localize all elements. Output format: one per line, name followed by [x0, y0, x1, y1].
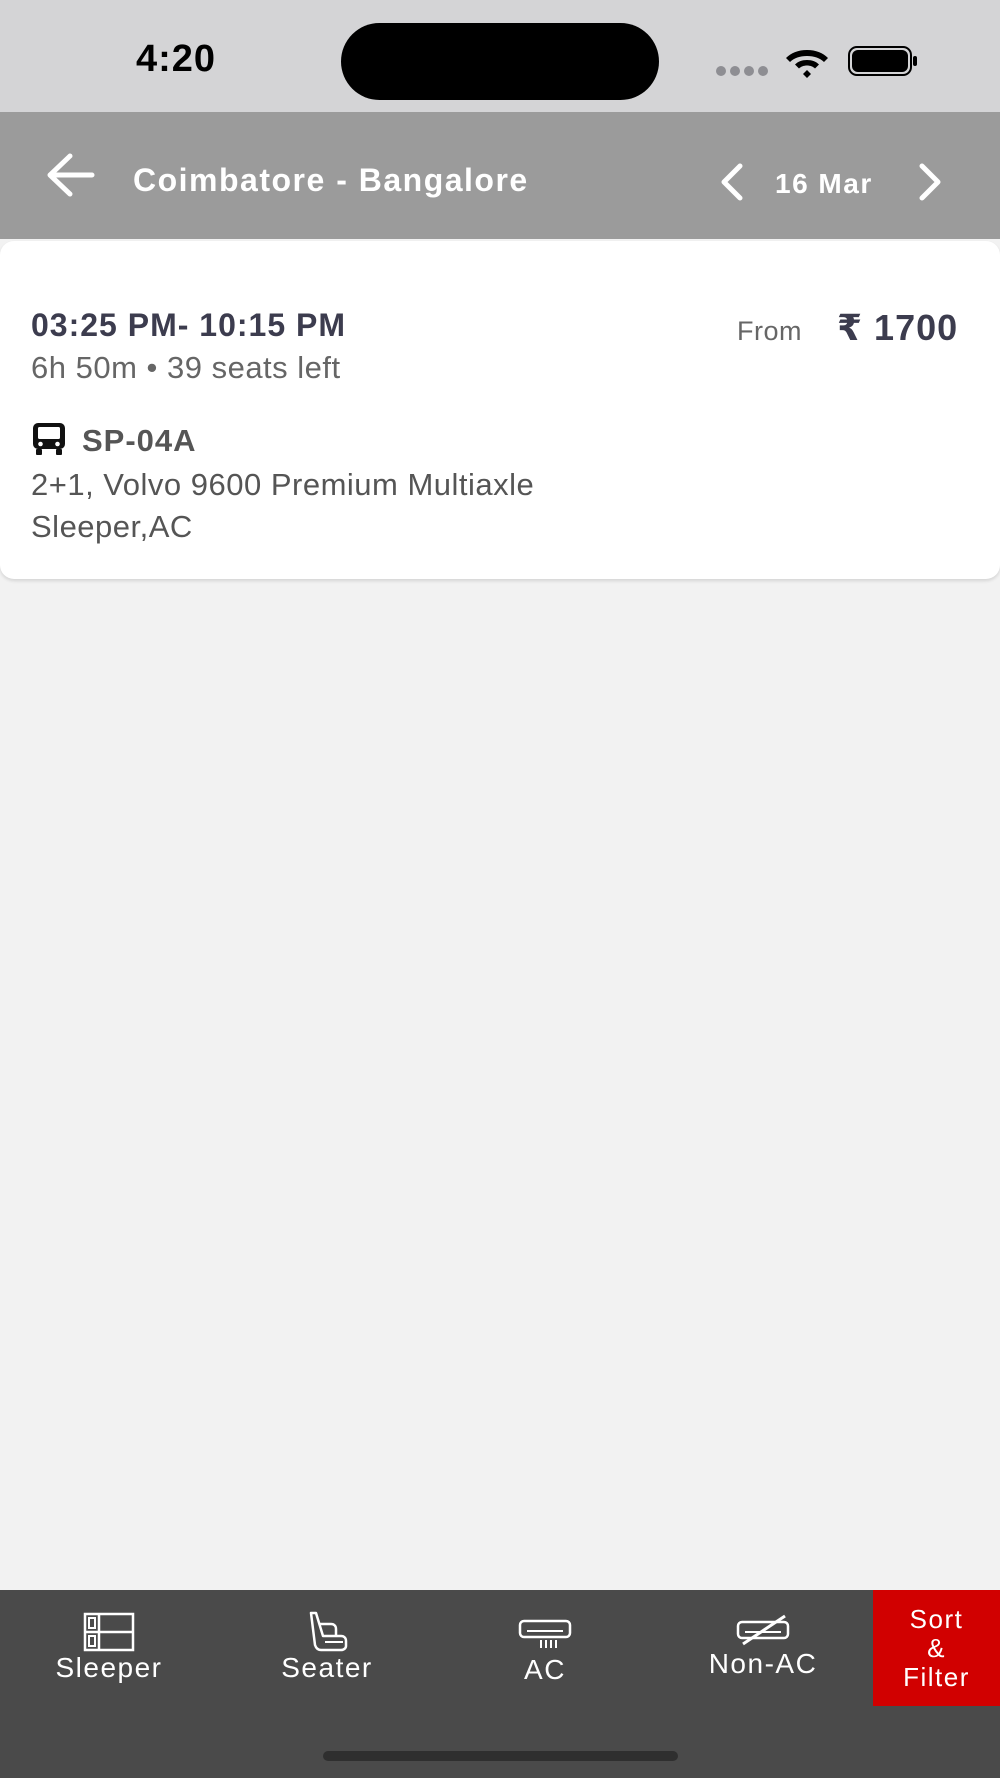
bus-card[interactable]: 03:25 PM- 10:15 PM 6h 50m • 39 seats lef…: [0, 241, 1000, 579]
battery-icon: [848, 46, 917, 76]
app-header: Coimbatore - Bangalore 16 Mar: [0, 112, 1000, 239]
wifi-icon: [786, 50, 828, 78]
filter-ac-label: AC: [524, 1654, 566, 1685]
signal-dots-icon: [716, 66, 768, 76]
sort-filter-line: Filter: [903, 1662, 970, 1692]
seater-icon: [309, 1611, 348, 1652]
filter-ac[interactable]: AC: [436, 1590, 654, 1706]
sort-filter-line: Sort: [909, 1604, 964, 1634]
filter-seater-label: Seater: [281, 1652, 373, 1683]
filter-non-ac[interactable]: Non-AC: [654, 1590, 872, 1706]
route-title: Coimbatore - Bangalore: [133, 162, 529, 198]
filter-sleeper-label: Sleeper: [55, 1652, 163, 1683]
filter-seater[interactable]: Seater: [218, 1590, 436, 1706]
dynamic-island: [341, 23, 659, 100]
chevron-left-icon[interactable]: [714, 162, 750, 202]
filter-non-ac-label: Non-AC: [708, 1648, 818, 1679]
bus-time-range: 03:25 PM- 10:15 PM: [31, 307, 347, 343]
status-time: 4:20: [136, 38, 217, 80]
sort-filter-line: &: [927, 1633, 946, 1663]
ac-icon: [518, 1619, 572, 1648]
bus-icon: [33, 423, 65, 455]
price-from-label: From: [737, 316, 802, 346]
home-indicator: [323, 1751, 678, 1761]
sort-filter-button[interactable]: Sort & Filter: [873, 1590, 1000, 1706]
arrow-left-icon[interactable]: [44, 150, 96, 200]
date-label[interactable]: 16 Mar: [775, 168, 873, 200]
bus-code: SP-04A: [82, 423, 197, 458]
bus-type: 2+1, Volvo 9600 Premium Multiaxle Sleepe…: [31, 467, 535, 544]
status-bar: 4:20: [0, 0, 1000, 112]
non-ac-icon: [736, 1614, 790, 1646]
sleeper-icon: [83, 1612, 135, 1652]
filter-sleeper[interactable]: Sleeper: [0, 1590, 218, 1706]
bus-duration-seats: 6h 50m • 39 seats left: [31, 350, 341, 385]
filter-bar: Sleeper Seater AC Non-AC Sort & Filter: [0, 1590, 1000, 1778]
chevron-right-icon[interactable]: [912, 162, 948, 202]
bus-price: ₹ 1700: [837, 307, 959, 348]
